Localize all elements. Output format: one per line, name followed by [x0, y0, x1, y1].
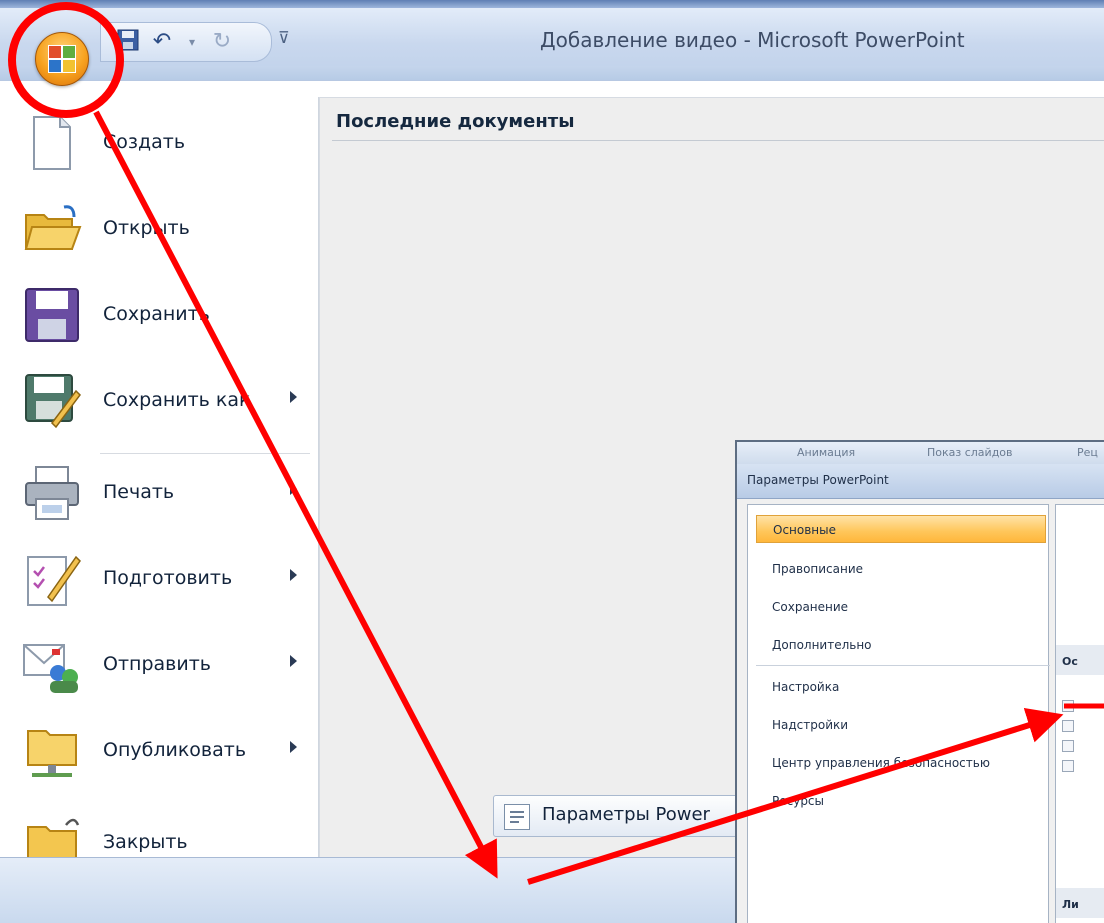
nav-item-trust-center[interactable]: Центр управления безопасностью	[772, 756, 990, 770]
recent-documents-divider	[332, 140, 1104, 141]
menu-item-label: Отправить	[103, 653, 211, 675]
menu-item-send[interactable]: Отправить	[0, 625, 318, 705]
options-dialog-inset: Анимация Показ слайдов Рец Параметры Pow…	[735, 440, 1104, 923]
options-button-label: Параметры Power	[542, 804, 710, 825]
ribbon-tab: Показ слайдов	[927, 446, 1013, 459]
save-icon[interactable]	[115, 29, 141, 55]
section-heading: Ос	[1062, 655, 1078, 668]
options-nav-list: Основные Правописание Сохранение Дополни…	[747, 504, 1050, 923]
submenu-arrow-icon	[290, 569, 297, 581]
option-checkbox[interactable]	[1062, 700, 1074, 712]
options-dialog-titlebar: Параметры PowerPoint	[737, 464, 1104, 499]
menu-item-label: Создать	[103, 131, 186, 153]
undo-dropdown-icon[interactable]: ▾	[179, 29, 205, 55]
nav-item-resources[interactable]: Ресурсы	[772, 794, 824, 808]
menu-item-label: Сохранить	[103, 303, 210, 325]
ribbon-tab: Анимация	[797, 446, 856, 459]
nav-item-proofing[interactable]: Правописание	[772, 562, 863, 576]
nav-item-popular[interactable]: Основные	[756, 515, 1046, 543]
save-as-icon	[22, 371, 82, 431]
menu-item-label: Подготовить	[103, 567, 233, 589]
printer-icon	[22, 463, 82, 523]
redo-icon[interactable]: ↻	[209, 29, 235, 55]
menu-item-print[interactable]: Печать	[0, 453, 318, 533]
menu-item-save-as[interactable]: Сохранить как	[0, 361, 318, 441]
menu-item-label: Печать	[103, 481, 175, 503]
title-bar-lower-band	[0, 66, 1104, 80]
menu-item-label: Сохранить как	[103, 389, 251, 411]
nav-item-advanced[interactable]: Дополнительно	[772, 638, 872, 652]
option-checkbox[interactable]	[1062, 760, 1074, 772]
menu-item-new[interactable]: Создать	[0, 103, 318, 183]
quick-access-toolbar: ↶ ▾ ↻	[100, 22, 272, 62]
recent-documents-title: Последние документы	[336, 111, 575, 132]
menu-item-label: Опубликовать	[103, 739, 247, 761]
background-ribbon-tabs: Анимация Показ слайдов Рец	[737, 442, 1104, 464]
menu-item-publish[interactable]: Опубликовать	[0, 711, 318, 791]
prepare-icon	[22, 549, 82, 609]
customize-toolbar-icon[interactable]: ⊽	[278, 28, 290, 47]
powerpoint-options-button[interactable]: Параметры Power	[493, 795, 745, 837]
option-checkbox[interactable]	[1062, 740, 1074, 752]
nav-item-save[interactable]: Сохранение	[772, 600, 848, 614]
menu-item-prepare[interactable]: Подготовить	[0, 539, 318, 619]
window-title: Добавление видео - Microsoft PowerPoint	[540, 28, 965, 52]
submenu-arrow-icon	[290, 741, 297, 753]
nav-item-add-ins[interactable]: Надстройки	[772, 718, 848, 732]
save-icon	[22, 285, 82, 345]
publish-icon	[22, 721, 82, 781]
office-menu-commands: Создать Открыть Сохранить Сохранить как	[0, 97, 319, 866]
menu-item-save[interactable]: Сохранить	[0, 275, 318, 355]
menu-item-label: Закрыть	[103, 831, 188, 853]
office-button[interactable]	[35, 32, 89, 86]
menu-item-label: Открыть	[103, 217, 190, 239]
new-document-icon	[22, 113, 82, 173]
menu-item-open[interactable]: Открыть	[0, 189, 318, 269]
send-icon	[22, 635, 82, 695]
open-folder-icon	[22, 199, 82, 259]
office-logo-icon	[48, 45, 76, 73]
options-content-pane: Ос Ли	[1055, 504, 1104, 923]
section-heading: Ли	[1062, 898, 1079, 911]
title-bar-top-strip	[0, 0, 1104, 8]
options-document-icon	[504, 804, 530, 830]
submenu-arrow-icon	[290, 391, 297, 403]
nav-item-customize[interactable]: Настройка	[772, 680, 839, 694]
title-bar: ↶ ▾ ↻ ⊽ Добавление видео - Microsoft Pow…	[0, 0, 1104, 81]
options-dialog-title: Параметры PowerPoint	[747, 473, 889, 487]
ribbon-tab: Рец	[1077, 446, 1098, 459]
submenu-arrow-icon	[290, 655, 297, 667]
nav-separator	[756, 665, 1050, 666]
option-checkbox[interactable]	[1062, 720, 1074, 732]
submenu-arrow-icon	[290, 483, 297, 495]
undo-icon[interactable]: ↶	[149, 29, 175, 55]
